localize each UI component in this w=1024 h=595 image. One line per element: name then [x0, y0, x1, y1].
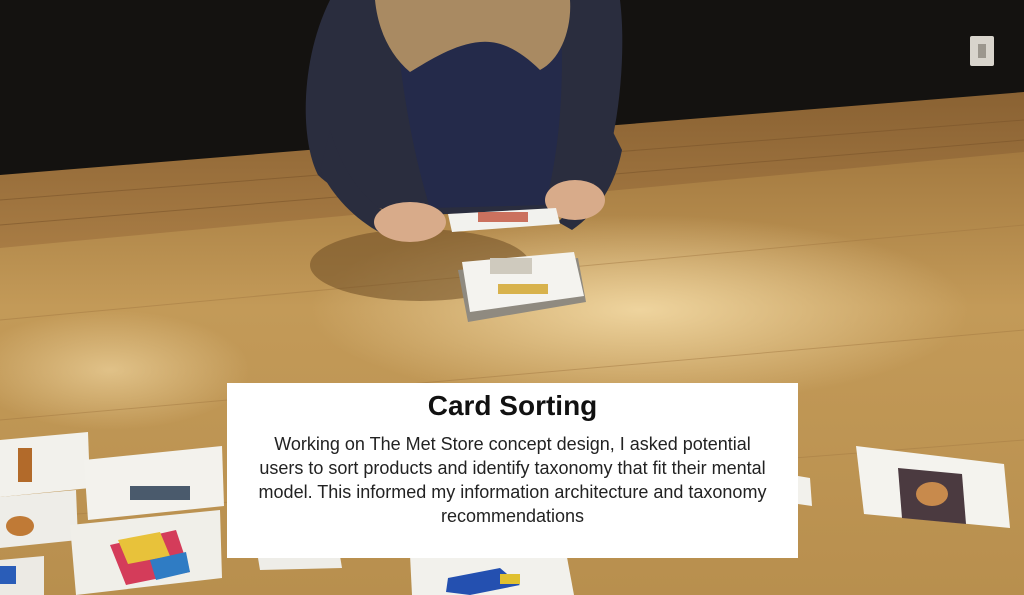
held-card-image [478, 212, 528, 222]
sorted-card [798, 476, 812, 506]
person-left-hand [374, 202, 446, 242]
sorted-card [0, 432, 90, 497]
sorted-card-image [18, 448, 32, 482]
card-sorting-photo-section: Card Sorting Working on The Met Store co… [0, 0, 1024, 595]
sorted-card-image [0, 566, 16, 584]
sorted-card-image [500, 574, 520, 584]
caption-box: Card Sorting Working on The Met Store co… [227, 383, 798, 558]
caption-description: Working on The Met Store concept design,… [258, 434, 767, 526]
sorted-card-image [916, 482, 948, 506]
card-deck-clip [490, 258, 532, 274]
sorted-card-image [6, 516, 34, 536]
card-deck-image [498, 284, 548, 294]
sorted-card [258, 556, 342, 570]
caption-title: Card Sorting [427, 390, 598, 421]
wall-outlet-slot [978, 44, 986, 58]
sorted-card-image [130, 486, 190, 500]
